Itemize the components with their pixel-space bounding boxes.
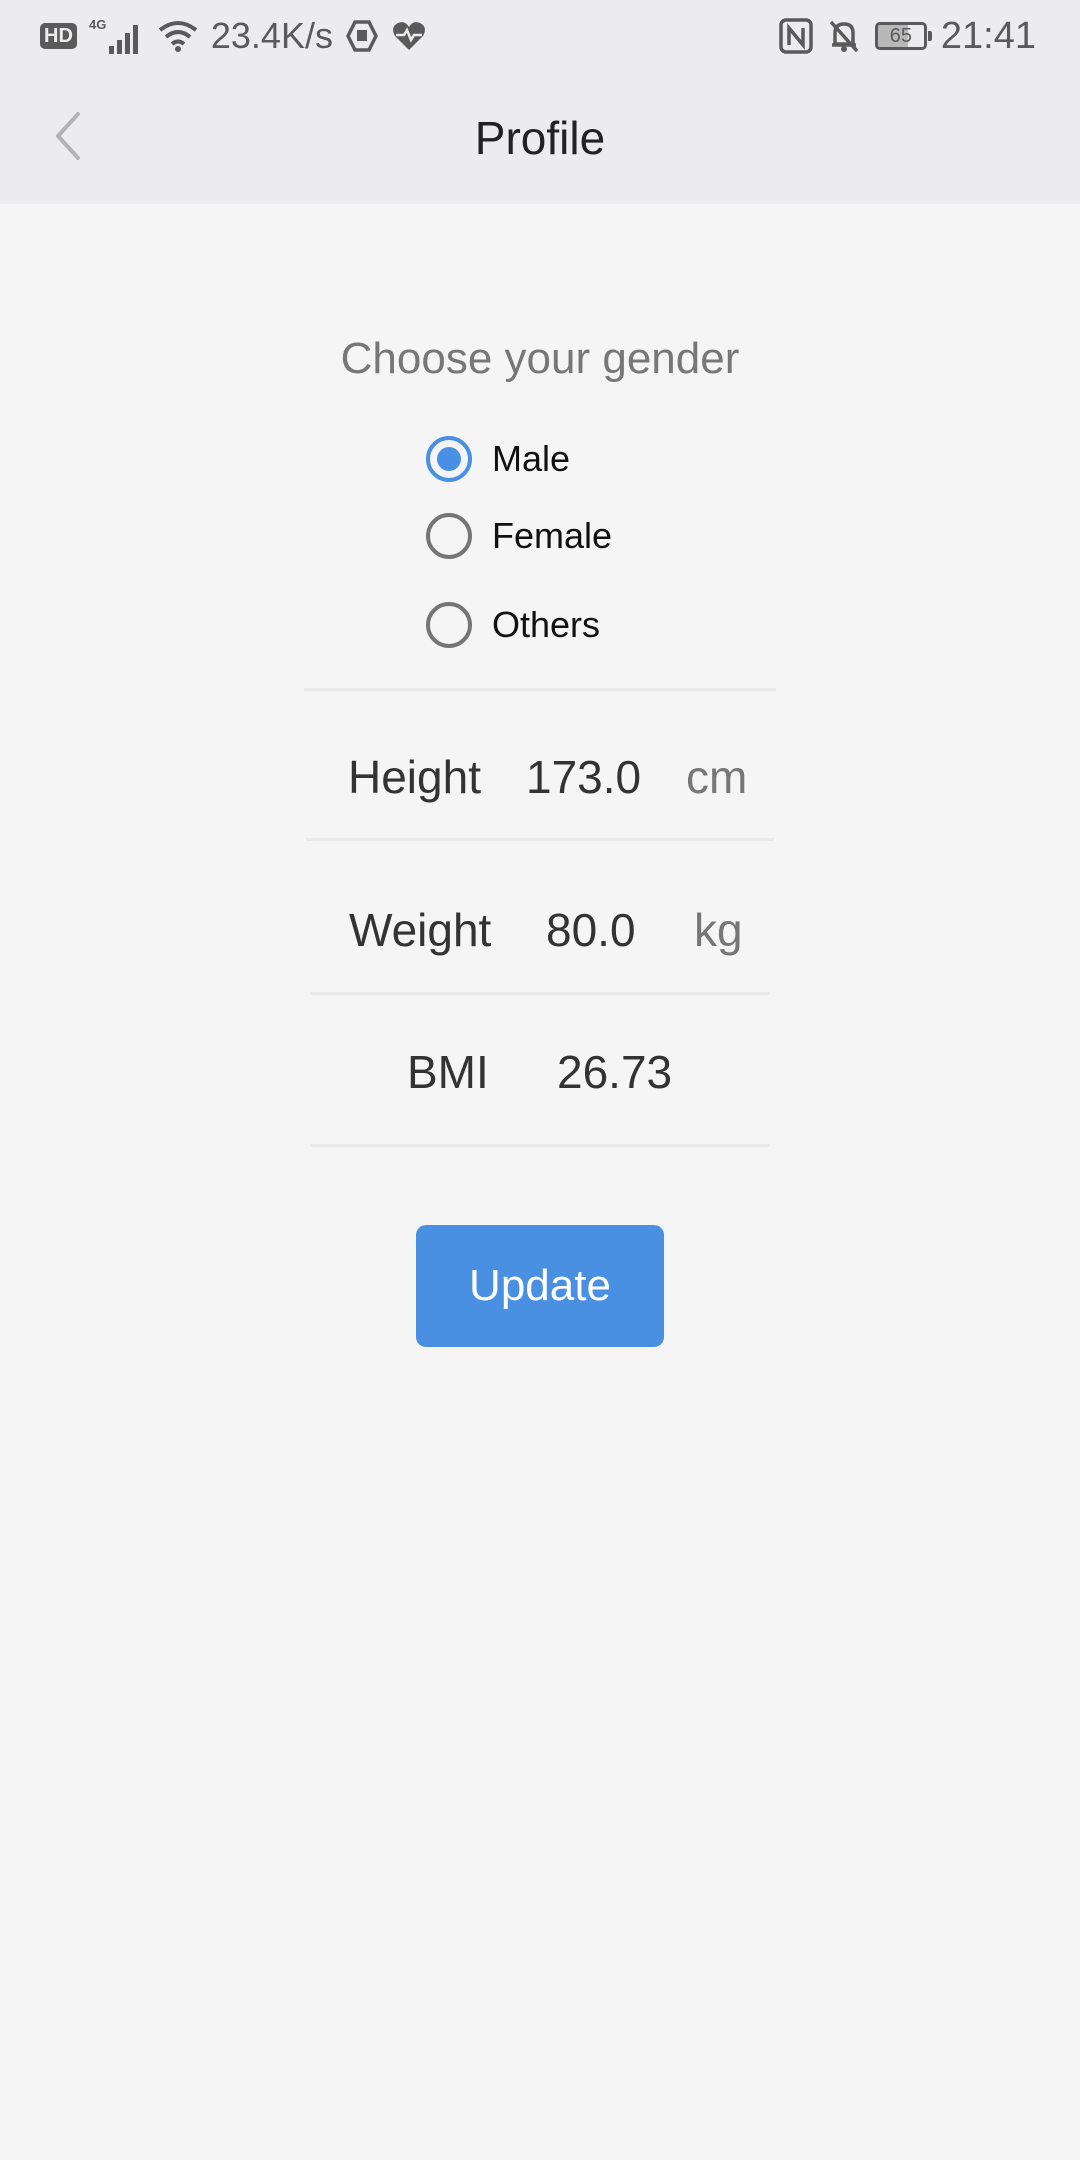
gender-option-others[interactable]: Others xyxy=(426,595,600,655)
page-title: Profile xyxy=(474,112,606,164)
divider xyxy=(310,992,770,995)
weight-input[interactable]: 80.0 xyxy=(546,880,636,980)
status-bar-right: 65 21:41 xyxy=(765,0,1036,72)
heart-pulse-icon xyxy=(391,20,427,52)
battery-icon: 65 xyxy=(874,22,932,50)
divider xyxy=(310,1144,770,1147)
gender-option-female[interactable]: Female xyxy=(426,506,612,566)
radio-label-others: Others xyxy=(492,604,601,645)
network-type-label: 4G xyxy=(89,17,106,32)
height-unit: cm xyxy=(686,751,748,803)
clock: 21:41 xyxy=(940,14,1036,57)
gender-option-male[interactable]: Male xyxy=(426,429,570,489)
bell-off-icon xyxy=(827,18,861,54)
wifi-icon xyxy=(157,18,199,54)
hd-icon: HD xyxy=(40,23,77,49)
weight-label: Weight xyxy=(349,904,492,956)
update-button[interactable]: Update xyxy=(416,1225,664,1347)
radio-button-female[interactable] xyxy=(426,513,472,559)
radio-button-others[interactable] xyxy=(426,602,472,648)
nfc-icon xyxy=(779,18,813,54)
radio-label-male: Male xyxy=(492,438,571,479)
network-speed: 23.4K/s xyxy=(210,15,333,56)
weight-unit: kg xyxy=(694,904,743,956)
height-label: Height xyxy=(348,751,481,803)
bmi-row: BMI 26.73 xyxy=(0,1022,1080,1122)
bmi-label: BMI xyxy=(407,1046,489,1098)
radio-label-female: Female xyxy=(492,515,613,556)
weight-row: Weight 80.0 kg xyxy=(0,880,1080,980)
app-bar: Profile xyxy=(0,72,1080,204)
height-input[interactable]: 173.0 xyxy=(526,727,641,827)
status-bar: HD 4G 23.4K/s 65 21:41 xyxy=(0,0,1080,72)
radio-button-male[interactable] xyxy=(426,436,472,482)
divider xyxy=(306,838,774,841)
height-row: Height 173.0 cm xyxy=(0,727,1080,827)
divider xyxy=(304,688,776,691)
bmi-value: 26.73 xyxy=(557,1046,673,1098)
status-bar-left: HD 4G 23.4K/s xyxy=(40,0,439,72)
shield-icon xyxy=(345,19,379,53)
gender-heading: Choose your gender xyxy=(340,334,740,383)
signal-4g-icon: 4G xyxy=(89,16,145,56)
